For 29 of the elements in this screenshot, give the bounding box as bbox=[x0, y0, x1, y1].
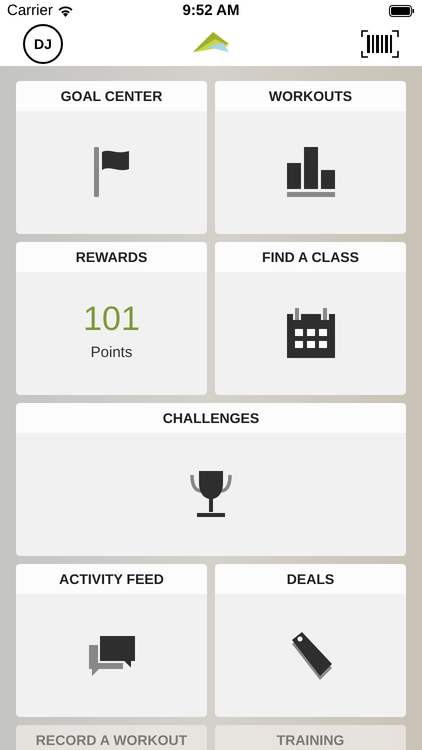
avatar-button[interactable]: DJ bbox=[23, 24, 63, 64]
bar-chart-icon bbox=[286, 146, 334, 196]
tile-title: CHALLENGES bbox=[162, 408, 260, 428]
menu-tile[interactable]: REWARDS 101 Points bbox=[16, 242, 207, 395]
points-value: 101 bbox=[83, 300, 140, 338]
menu-tile[interactable]: WORKOUTS bbox=[215, 81, 406, 234]
tile-title: FIND A CLASS bbox=[262, 248, 359, 266]
barcode-scan-icon[interactable] bbox=[361, 30, 399, 58]
tile-title: WORKOUTS bbox=[268, 86, 352, 106]
tile-title: DEALS bbox=[286, 570, 334, 588]
points-label: Points bbox=[90, 343, 132, 364]
logo-icon bbox=[193, 30, 231, 52]
tile-title: REWARDS bbox=[76, 248, 148, 266]
trophy-icon bbox=[188, 468, 234, 518]
calendar-icon bbox=[286, 308, 334, 358]
tile-title: ACTIVITY FEED bbox=[59, 570, 164, 588]
menu-tile[interactable]: FIND A CLASS bbox=[215, 242, 406, 395]
menu-tile[interactable]: DEALS bbox=[215, 564, 406, 717]
tile-title: RECORD A WORKOUT bbox=[36, 730, 188, 750]
status-time: 9:52 AM bbox=[182, 0, 240, 21]
wifi-icon bbox=[58, 6, 73, 16]
battery-icon bbox=[389, 5, 415, 17]
tile-title: GOAL CENTER bbox=[60, 86, 162, 106]
carrier-label: Carrier bbox=[7, 0, 53, 21]
flag-icon bbox=[94, 146, 130, 196]
tile-title: TRAINING bbox=[276, 730, 344, 750]
menu-tile[interactable]: GOAL CENTER bbox=[16, 81, 207, 234]
menu-tile[interactable]: ACTIVITY FEED bbox=[16, 564, 207, 717]
menu-tile[interactable]: CHALLENGES bbox=[16, 403, 406, 556]
